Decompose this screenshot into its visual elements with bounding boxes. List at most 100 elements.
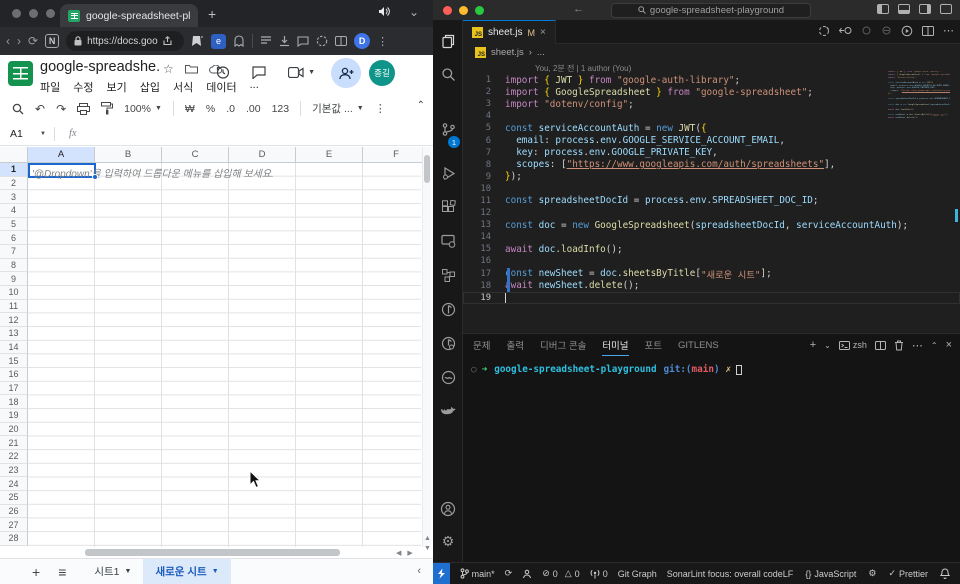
docker-icon[interactable] xyxy=(433,398,463,424)
run-file-icon[interactable] xyxy=(901,25,913,37)
more-actions-icon[interactable]: ⋯ xyxy=(943,24,954,37)
run-debug-icon[interactable] xyxy=(433,160,463,186)
column-header-A[interactable]: A xyxy=(28,147,95,163)
paint-format-icon[interactable] xyxy=(101,102,114,115)
speaker-icon[interactable] xyxy=(378,6,391,17)
gitlens-annotate-icon[interactable] xyxy=(818,25,830,37)
sheet-tab-새로운 시트[interactable]: 새로운 시트 ▼ xyxy=(143,558,231,584)
terminal-dropdown-icon[interactable]: ⌄ xyxy=(824,341,831,350)
row-header-22[interactable]: 22 xyxy=(0,450,28,464)
row-header-7[interactable]: 7 xyxy=(0,245,28,259)
new-terminal-icon[interactable]: + xyxy=(810,339,816,351)
row-header-10[interactable]: 10 xyxy=(0,286,28,300)
sheets-logo[interactable] xyxy=(8,61,33,86)
maximize-panel-icon[interactable]: ⌃ xyxy=(931,341,938,350)
panel-tab-출력[interactable]: 출력 xyxy=(506,334,523,356)
remote-indicator[interactable] xyxy=(433,562,450,584)
scroll-right-icon[interactable]: ▶ xyxy=(407,549,412,557)
row-header-4[interactable]: 4 xyxy=(0,204,28,218)
row-header-1[interactable]: 1 xyxy=(0,163,28,177)
split-view-icon[interactable] xyxy=(335,36,348,46)
live-share-icon[interactable] xyxy=(522,569,532,579)
redo-icon[interactable]: ↷ xyxy=(56,102,66,116)
row-header-27[interactable]: 27 xyxy=(0,518,28,533)
row-header-23[interactable]: 23 xyxy=(0,463,28,478)
row-header-11[interactable]: 11 xyxy=(0,299,28,314)
row-header-9[interactable]: 9 xyxy=(0,272,28,287)
sheet-tab-caret-icon[interactable]: ▼ xyxy=(212,568,219,575)
reading-list-icon[interactable] xyxy=(260,36,272,46)
row-header-12[interactable]: 12 xyxy=(0,313,28,328)
git-graph-settings-icon[interactable] xyxy=(433,330,463,356)
sonarlint-status[interactable]: SonarLint focus: overall code xyxy=(667,569,783,579)
remote-explorer-icon[interactable] xyxy=(433,228,463,254)
row-header-26[interactable]: 26 xyxy=(0,504,28,519)
toggle-panel-icon[interactable] xyxy=(898,4,910,14)
scroll-down-icon[interactable]: ▼ xyxy=(424,545,431,552)
column-header-D[interactable]: D xyxy=(229,147,296,163)
window-minimize-button[interactable] xyxy=(459,5,468,15)
increase-decimal-button[interactable]: .00 xyxy=(246,103,261,115)
row-header-21[interactable]: 21 xyxy=(0,436,28,451)
browser-tab[interactable]: google-spreadsheet-playgroun xyxy=(60,4,198,27)
all-sheets-icon[interactable]: ≡ xyxy=(58,564,66,580)
currency-format-button[interactable]: ₩ xyxy=(185,103,195,115)
user-avatar[interactable]: 종길 xyxy=(369,60,395,86)
row-header-14[interactable]: 14 xyxy=(0,340,28,355)
row-header-25[interactable]: 25 xyxy=(0,491,28,505)
row-header-28[interactable]: 28 xyxy=(0,532,28,546)
code-editor[interactable]: You, 2분 전 | 1 author (You) 1 import { JWT… xyxy=(463,61,960,333)
window-close-button[interactable] xyxy=(12,9,21,18)
row-header-24[interactable]: 24 xyxy=(0,477,28,492)
open-changes-icon[interactable] xyxy=(881,25,892,36)
panel-more-icon[interactable]: ⋯ xyxy=(912,339,923,352)
row-header-8[interactable]: 8 xyxy=(0,258,28,273)
comment-icon[interactable] xyxy=(252,66,266,79)
notifications-bell-icon[interactable] xyxy=(940,568,950,579)
prettier-status[interactable]: ✓ Prettier xyxy=(888,568,928,579)
breadcrumb-more[interactable]: ... xyxy=(537,47,545,58)
percent-format-button[interactable]: % xyxy=(206,103,215,115)
close-panel-icon[interactable]: × xyxy=(946,339,952,351)
version-history-icon[interactable] xyxy=(215,65,230,80)
extension-blue-icon[interactable]: e xyxy=(211,33,227,49)
breadcrumb-file[interactable]: sheet.js xyxy=(491,47,524,58)
star-icon[interactable]: ☆ xyxy=(163,62,174,76)
menu-item-삽입[interactable]: 삽입 xyxy=(140,79,160,95)
name-box-caret-icon[interactable]: ▼ xyxy=(40,131,46,137)
close-tab-icon[interactable]: × xyxy=(540,27,546,38)
container-blocks-icon[interactable] xyxy=(433,262,463,288)
nav-back-icon[interactable]: ← xyxy=(573,3,584,15)
menu-item-서식[interactable]: 서식 xyxy=(173,79,193,95)
kill-terminal-icon[interactable] xyxy=(894,340,904,351)
meet-button[interactable]: ▼ xyxy=(288,67,315,78)
git-graph-icon[interactable] xyxy=(433,296,463,322)
profile-avatar[interactable]: D xyxy=(354,33,371,49)
toggle-sidebar-icon[interactable] xyxy=(877,4,889,14)
collapse-toolbar-icon[interactable]: ⌃ xyxy=(417,100,425,111)
more-toolbar-icon[interactable]: ⋮ xyxy=(375,102,386,115)
language-loading-icon[interactable]: ⚙ xyxy=(868,568,876,579)
branch-status[interactable]: main* xyxy=(460,568,495,579)
panel-tab-디버그 콘솔[interactable]: 디버그 콘솔 xyxy=(540,334,586,356)
tab-capture-icon[interactable] xyxy=(316,35,328,47)
scroll-left-icon[interactable]: ◀ xyxy=(396,549,401,557)
row-header-3[interactable]: 3 xyxy=(0,190,28,205)
name-box[interactable]: A1 xyxy=(0,128,40,140)
search-icon[interactable] xyxy=(433,61,463,87)
bookmark-add-icon[interactable] xyxy=(191,35,204,47)
fill-handle[interactable] xyxy=(92,174,98,180)
chevron-down-icon[interactable]: ⌄ xyxy=(409,5,419,19)
print-icon[interactable] xyxy=(77,102,91,115)
row-header-16[interactable]: 16 xyxy=(0,368,28,382)
vertical-scrollbar[interactable] xyxy=(422,147,431,547)
row-header-18[interactable]: 18 xyxy=(0,395,28,410)
problems-status[interactable]: ⊘ 0 △ 0 xyxy=(542,568,580,579)
row-header-5[interactable]: 5 xyxy=(0,217,28,232)
vertical-scrollbar-thumb[interactable] xyxy=(424,155,430,183)
new-tab-button[interactable]: + xyxy=(208,6,216,22)
git-graph-status[interactable]: Git Graph xyxy=(618,569,657,579)
back-button[interactable]: ‹ xyxy=(6,34,10,48)
decrease-decimal-button[interactable]: .0 xyxy=(226,103,235,115)
menu-kebab-icon[interactable]: ⋮ xyxy=(377,35,388,48)
